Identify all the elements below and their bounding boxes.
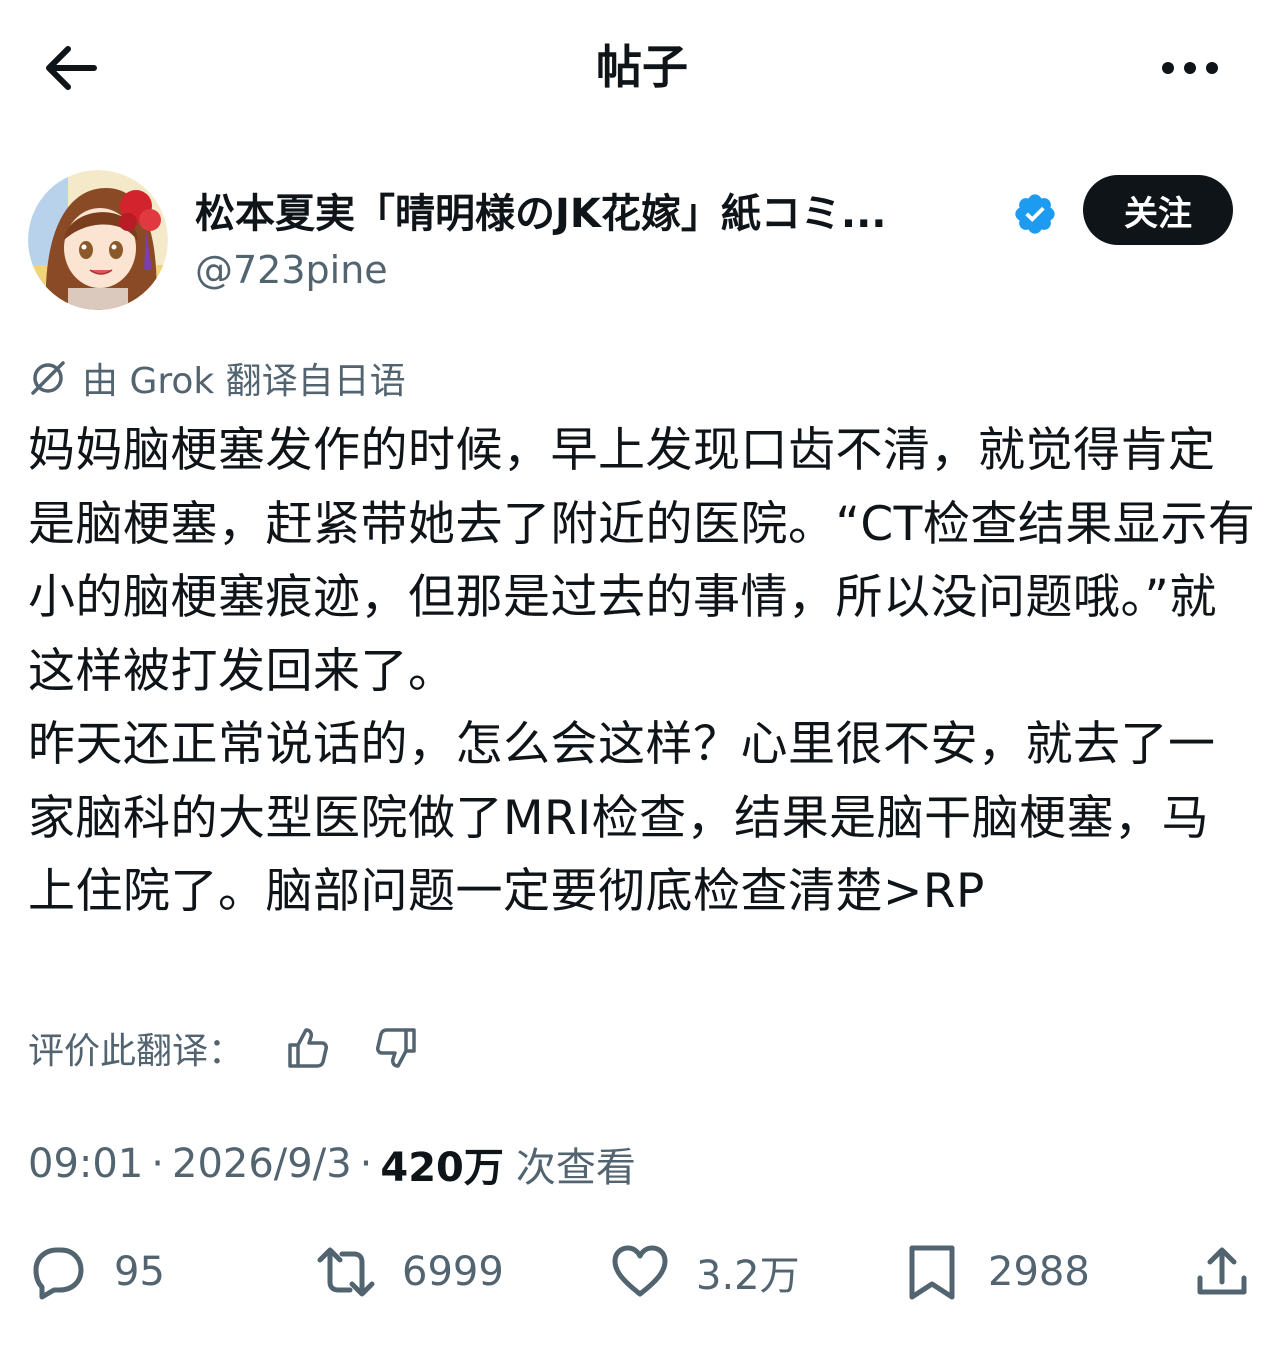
avatar[interactable]: [28, 170, 168, 310]
share-button[interactable]: [1192, 1236, 1252, 1308]
thumbs-down-icon: [376, 1028, 416, 1068]
thumbs-down-button[interactable]: [372, 1024, 420, 1072]
rate-translation: 评价此翻译：: [28, 1020, 420, 1076]
more-horizontal-icon: [1162, 62, 1218, 74]
post-date: 2026/9/3: [172, 1141, 352, 1187]
follow-button[interactable]: 关注: [1083, 175, 1233, 245]
post-meta: 09:01 · 2026/9/3 · 420万 次查看: [28, 1134, 636, 1194]
action-bar: 95 6999 3.2万 2988: [0, 1236, 1284, 1308]
share-icon: [1197, 1247, 1247, 1295]
reply-count: 95: [114, 1249, 165, 1295]
post-text: 妈妈脑梗塞发作的时候，早上发现口齿不清，就觉得肯定是脑梗塞，赶紧带她去了附近的医…: [28, 414, 1256, 929]
grok-icon: [31, 361, 65, 395]
views-label: 次查看: [515, 1145, 636, 1191]
bookmark-count: 2988: [988, 1249, 1090, 1295]
meta-separator: ·: [151, 1141, 164, 1187]
more-button[interactable]: [1150, 40, 1230, 96]
reply-icon: [33, 1247, 84, 1300]
avatar-illustration: [28, 170, 168, 310]
views-count[interactable]: 420万: [380, 1135, 504, 1193]
page-title: 帖子: [596, 40, 688, 94]
display-name[interactable]: 松本夏実「晴明様のJK花嫁」紙コミ...: [195, 186, 1010, 242]
like-count: 3.2万: [696, 1253, 800, 1299]
post-paragraph: 妈妈脑梗塞发作的时候，早上发现口齿不清，就觉得肯定是脑梗塞，赶紧带她去了附近的医…: [28, 423, 1256, 699]
repost-count: 6999: [402, 1249, 504, 1295]
repost-button[interactable]: 6999: [316, 1236, 504, 1308]
thumbs-up-button[interactable]: [284, 1024, 332, 1072]
heart-icon: [612, 1245, 668, 1297]
post-paragraph: 昨天还正常说话的，怎么会这样？心里很不安，就去了一家脑科的大型医院做了MRI检查…: [28, 717, 1216, 919]
bookmark-button[interactable]: 2988: [902, 1236, 1090, 1308]
top-bar: 帖子: [0, 0, 1284, 140]
like-button[interactable]: 3.2万: [610, 1236, 800, 1308]
translation-note-text: 由 Grok 翻译自日语: [82, 361, 406, 402]
reply-button[interactable]: 95: [28, 1236, 165, 1308]
author-handle[interactable]: @723pine: [195, 244, 388, 296]
bookmark-icon: [909, 1245, 955, 1300]
meta-separator: ·: [359, 1141, 373, 1187]
rate-translation-label: 评价此翻译：: [28, 1031, 245, 1072]
translation-note: 由 Grok 翻译自日语: [28, 350, 406, 406]
repost-icon: [317, 1247, 375, 1297]
thumbs-up-icon: [288, 1028, 329, 1068]
verified-badge-icon: [1015, 194, 1055, 234]
post-time: 09:01: [28, 1141, 144, 1187]
